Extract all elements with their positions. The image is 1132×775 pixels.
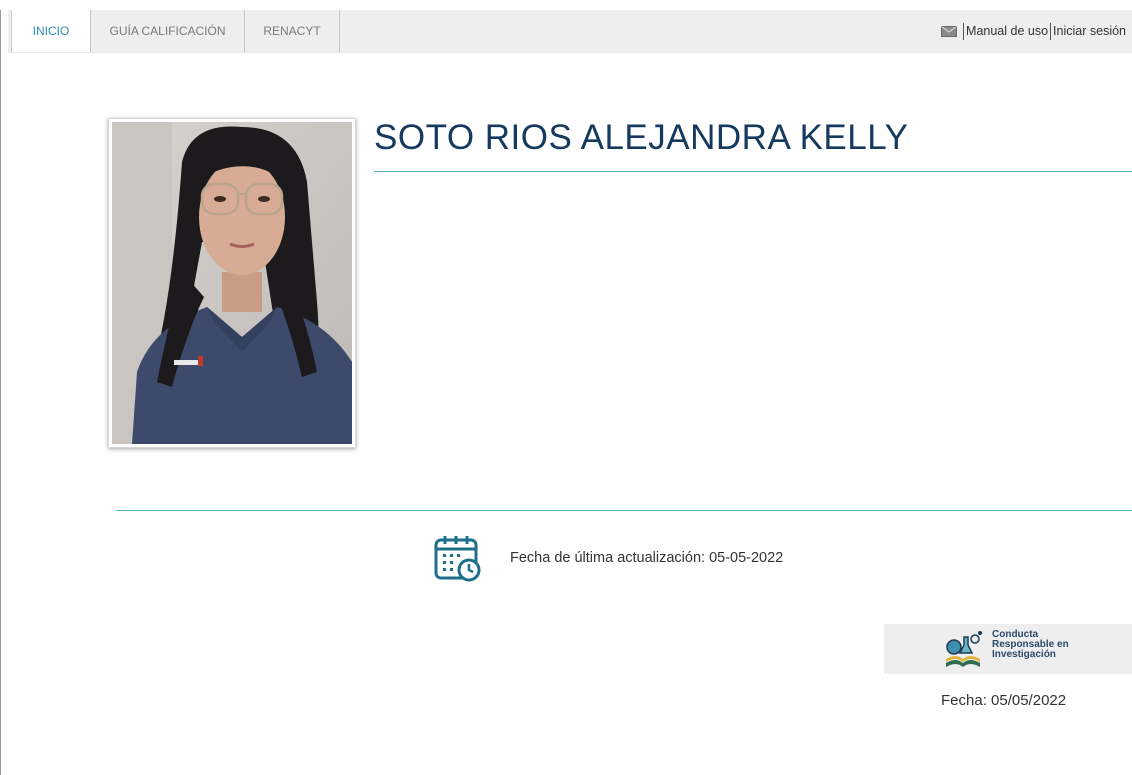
iniciar-sesion-link[interactable]: Iniciar sesión [1053,24,1126,38]
tab-inicio[interactable]: INICIO [11,10,91,52]
link-separator [963,22,965,40]
researcher-name: SOTO RIOS ALEJANDRA KELLY [374,118,909,157]
profile-photo-frame [108,118,356,448]
tab-guia-calificacion[interactable]: GUÍA CALIFICACIÓN [91,10,245,52]
page-left-border [0,10,9,775]
cri-badge[interactable]: Conducta Responsable en Investigación [884,624,1132,674]
tab-renacyt[interactable]: RENACYT [245,10,340,52]
cri-badge-text: Conducta Responsable en Investigación [992,630,1122,660]
cri-line-3: Investigación [992,649,1056,660]
top-right-links: Manual de uso Iniciar sesión [941,10,1126,52]
top-navigation-bar: INICIO GUÍA CALIFICACIÓN RENACYT Manual … [8,10,1132,53]
manual-de-uso-link[interactable]: Manual de uso [966,24,1048,38]
name-divider [374,171,1132,172]
last-update-text: Fecha de última actualización: 05-05-202… [510,550,784,566]
section-divider [116,510,1132,511]
link-separator [1050,22,1052,40]
last-update-row: Fecha de última actualización: 05-05-202… [434,534,783,582]
calendar-clock-icon [434,536,481,582]
research-conduct-logo-icon [946,631,982,667]
profile-photo [112,122,352,444]
envelope-icon[interactable] [941,25,958,37]
cri-date: Fecha: 05/05/2022 [941,692,1067,709]
